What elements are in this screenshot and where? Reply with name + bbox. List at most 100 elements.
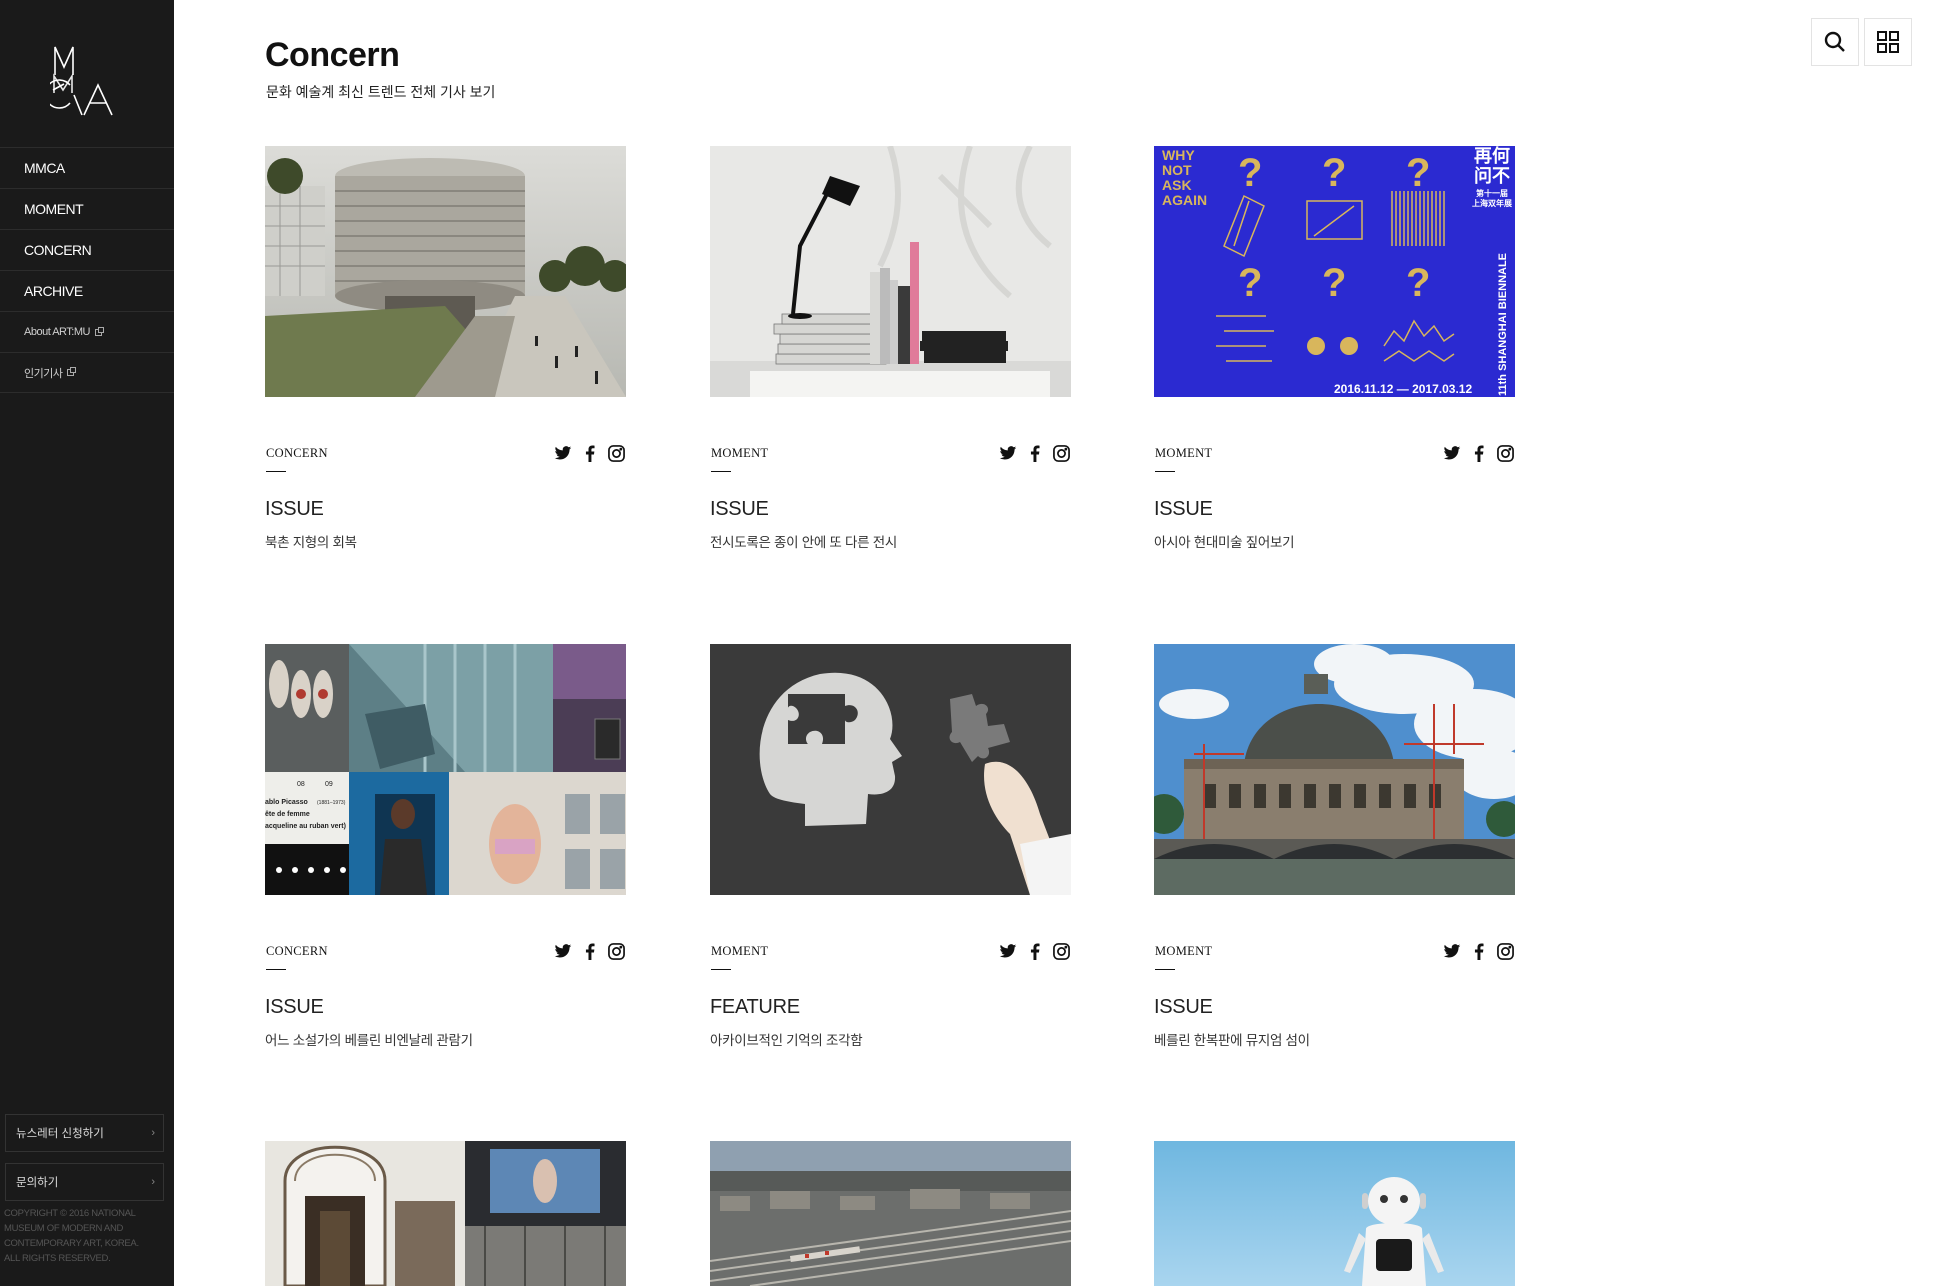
sidebar-item-popular[interactable]: 인기기사 xyxy=(0,352,174,393)
contact-label: 문의하기 xyxy=(16,1177,59,1189)
external-link-icon xyxy=(94,326,104,336)
page-subtitle: 문화 예술계 최신 트렌드 전체 기사 보기 xyxy=(266,84,496,100)
article-card xyxy=(1154,1141,1515,1286)
chevron-right-icon: › xyxy=(151,1127,155,1139)
article-image-architecture[interactable] xyxy=(265,146,626,397)
sidebar-item-label: 인기기사 xyxy=(24,367,63,380)
contact-button[interactable]: 문의하기 › xyxy=(5,1163,164,1201)
collage-text: 09 xyxy=(325,781,333,788)
article-card xyxy=(710,1141,1071,1286)
card-headline[interactable]: 베를린 한복판에 뮤지엄 섬이 xyxy=(1154,1029,1515,1049)
twitter-icon[interactable] xyxy=(998,444,1017,463)
poster-cjk: 再何 xyxy=(1474,146,1510,166)
article-image-robot[interactable] xyxy=(1154,1141,1515,1286)
card-category[interactable]: CONCERN xyxy=(266,944,328,959)
poster-cjk: 问不 xyxy=(1474,166,1510,186)
share-icons xyxy=(1442,942,1515,961)
card-category[interactable]: MOMENT xyxy=(1155,944,1212,959)
page-title: Concern xyxy=(265,36,400,74)
card-meta: MOMENT xyxy=(710,444,1071,504)
collage-text: acqueline au ruban vert) xyxy=(265,823,346,830)
facebook-icon[interactable] xyxy=(580,444,599,463)
sidebar-item-about[interactable]: About ART:MU xyxy=(0,311,174,352)
instagram-icon[interactable] xyxy=(1496,444,1515,463)
sidebar-item-label: MMCA xyxy=(24,160,65,176)
category-divider xyxy=(1155,471,1175,472)
article-image-collage[interactable]: 08 09 ablo Picasso (1881–1973) ête de fe… xyxy=(265,644,626,895)
collage-text: 08 xyxy=(297,781,305,788)
newsletter-label: 뉴스레터 신청하기 xyxy=(16,1128,104,1140)
sidebar-item-archive[interactable]: ARCHIVE xyxy=(0,270,174,311)
grid-view-button[interactable] xyxy=(1864,18,1912,66)
card-category[interactable]: MOMENT xyxy=(711,446,768,461)
instagram-icon[interactable] xyxy=(607,444,626,463)
article-card: MOMENT ISSUE 전시도록은 종이 안에 또 다른 전시 xyxy=(710,146,1071,551)
card-meta: CONCERN xyxy=(265,942,626,1002)
facebook-icon[interactable] xyxy=(1025,444,1044,463)
svg-text:?: ? xyxy=(1322,151,1346,195)
poster-text: NOT xyxy=(1162,162,1192,178)
article-card: MOMENT ISSUE 베를린 한복판에 뮤지엄 섬이 xyxy=(1154,644,1515,1049)
twitter-icon[interactable] xyxy=(1442,942,1461,961)
sidebar-item-label: ARCHIVE xyxy=(24,283,83,299)
instagram-icon[interactable] xyxy=(1052,444,1071,463)
card-category[interactable]: MOMENT xyxy=(1155,446,1212,461)
article-image-bode-museum[interactable] xyxy=(1154,644,1515,895)
article-card xyxy=(265,1141,626,1286)
poster-vertical-text: 11th SHANGHAI BIENNALE xyxy=(1497,253,1509,396)
card-meta: MOMENT xyxy=(710,942,1071,1002)
facebook-icon[interactable] xyxy=(1469,444,1488,463)
article-image-shanghai-biennale[interactable]: WHY NOT ASK AGAIN 再何 问不 第十一届 上海双年展 ??? ?… xyxy=(1154,146,1515,397)
card-category[interactable]: CONCERN xyxy=(266,446,328,461)
svg-text:?: ? xyxy=(1238,151,1262,195)
sidebar-item-mmca[interactable]: MMCA xyxy=(0,147,174,188)
copyright: COPYRIGHT © 2016 NATIONAL MUSEUM OF MODE… xyxy=(4,1208,139,1264)
category-divider xyxy=(1155,969,1175,970)
card-meta: MOMENT xyxy=(1154,444,1515,504)
twitter-icon[interactable] xyxy=(998,942,1017,961)
facebook-icon[interactable] xyxy=(580,942,599,961)
category-divider xyxy=(711,969,731,970)
instagram-icon[interactable] xyxy=(1052,942,1071,961)
card-headline[interactable]: 어느 소설가의 베를린 비엔날레 관람기 xyxy=(265,1029,626,1049)
instagram-icon[interactable] xyxy=(607,942,626,961)
article-image-city-aerial[interactable] xyxy=(710,1141,1071,1286)
grid-view-icon xyxy=(1877,31,1899,53)
article-image-puzzle-head[interactable] xyxy=(710,644,1071,895)
collage-text: ablo Picasso xyxy=(265,799,308,806)
category-divider xyxy=(711,471,731,472)
sidebar-item-moment[interactable]: MOMENT xyxy=(0,188,174,229)
mmca-logo[interactable] xyxy=(44,45,120,117)
search-button[interactable] xyxy=(1811,18,1859,66)
poster-city: 上海双年展 xyxy=(1472,198,1512,208)
collage-text: ête de femme xyxy=(265,811,310,818)
facebook-icon[interactable] xyxy=(1469,942,1488,961)
card-category[interactable]: MOMENT xyxy=(711,944,768,959)
article-image-museum-interior[interactable] xyxy=(265,1141,626,1286)
twitter-icon[interactable] xyxy=(1442,444,1461,463)
article-image-desk-lamp[interactable] xyxy=(710,146,1071,397)
article-card: MOMENT FEATURE 아카이브적인 기억의 조각함 xyxy=(710,644,1071,1049)
twitter-icon[interactable] xyxy=(553,942,572,961)
poster-edition: 第十一届 xyxy=(1476,188,1508,198)
svg-text:?: ? xyxy=(1406,261,1430,305)
instagram-icon[interactable] xyxy=(1496,942,1515,961)
sidebar-item-label: MOMENT xyxy=(24,201,84,217)
card-meta: MOMENT xyxy=(1154,942,1515,1002)
newsletter-button[interactable]: 뉴스레터 신청하기 › xyxy=(5,1114,164,1152)
card-headline[interactable]: 북촌 지형의 회복 xyxy=(265,531,626,551)
svg-text:?: ? xyxy=(1322,261,1346,305)
poster-text: ASK xyxy=(1162,177,1192,193)
article-card: 08 09 ablo Picasso (1881–1973) ête de fe… xyxy=(265,644,626,1049)
article-card: CONCERN ISSUE 북촌 지형의 회복 xyxy=(265,146,626,551)
facebook-icon[interactable] xyxy=(1025,942,1044,961)
card-headline[interactable]: 아시아 현대미술 짚어보기 xyxy=(1154,531,1515,551)
card-headline[interactable]: 아카이브적인 기억의 조각함 xyxy=(710,1029,1071,1049)
poster-dates: 2016.11.12 — 2017.03.12 xyxy=(1334,382,1472,396)
sidebar-item-concern[interactable]: CONCERN xyxy=(0,229,174,270)
share-icons xyxy=(998,444,1071,463)
collage-text: (1881–1973) xyxy=(317,800,346,806)
card-headline[interactable]: 전시도록은 종이 안에 또 다른 전시 xyxy=(710,531,1071,551)
sidebar-item-label: CONCERN xyxy=(24,242,92,258)
twitter-icon[interactable] xyxy=(553,444,572,463)
